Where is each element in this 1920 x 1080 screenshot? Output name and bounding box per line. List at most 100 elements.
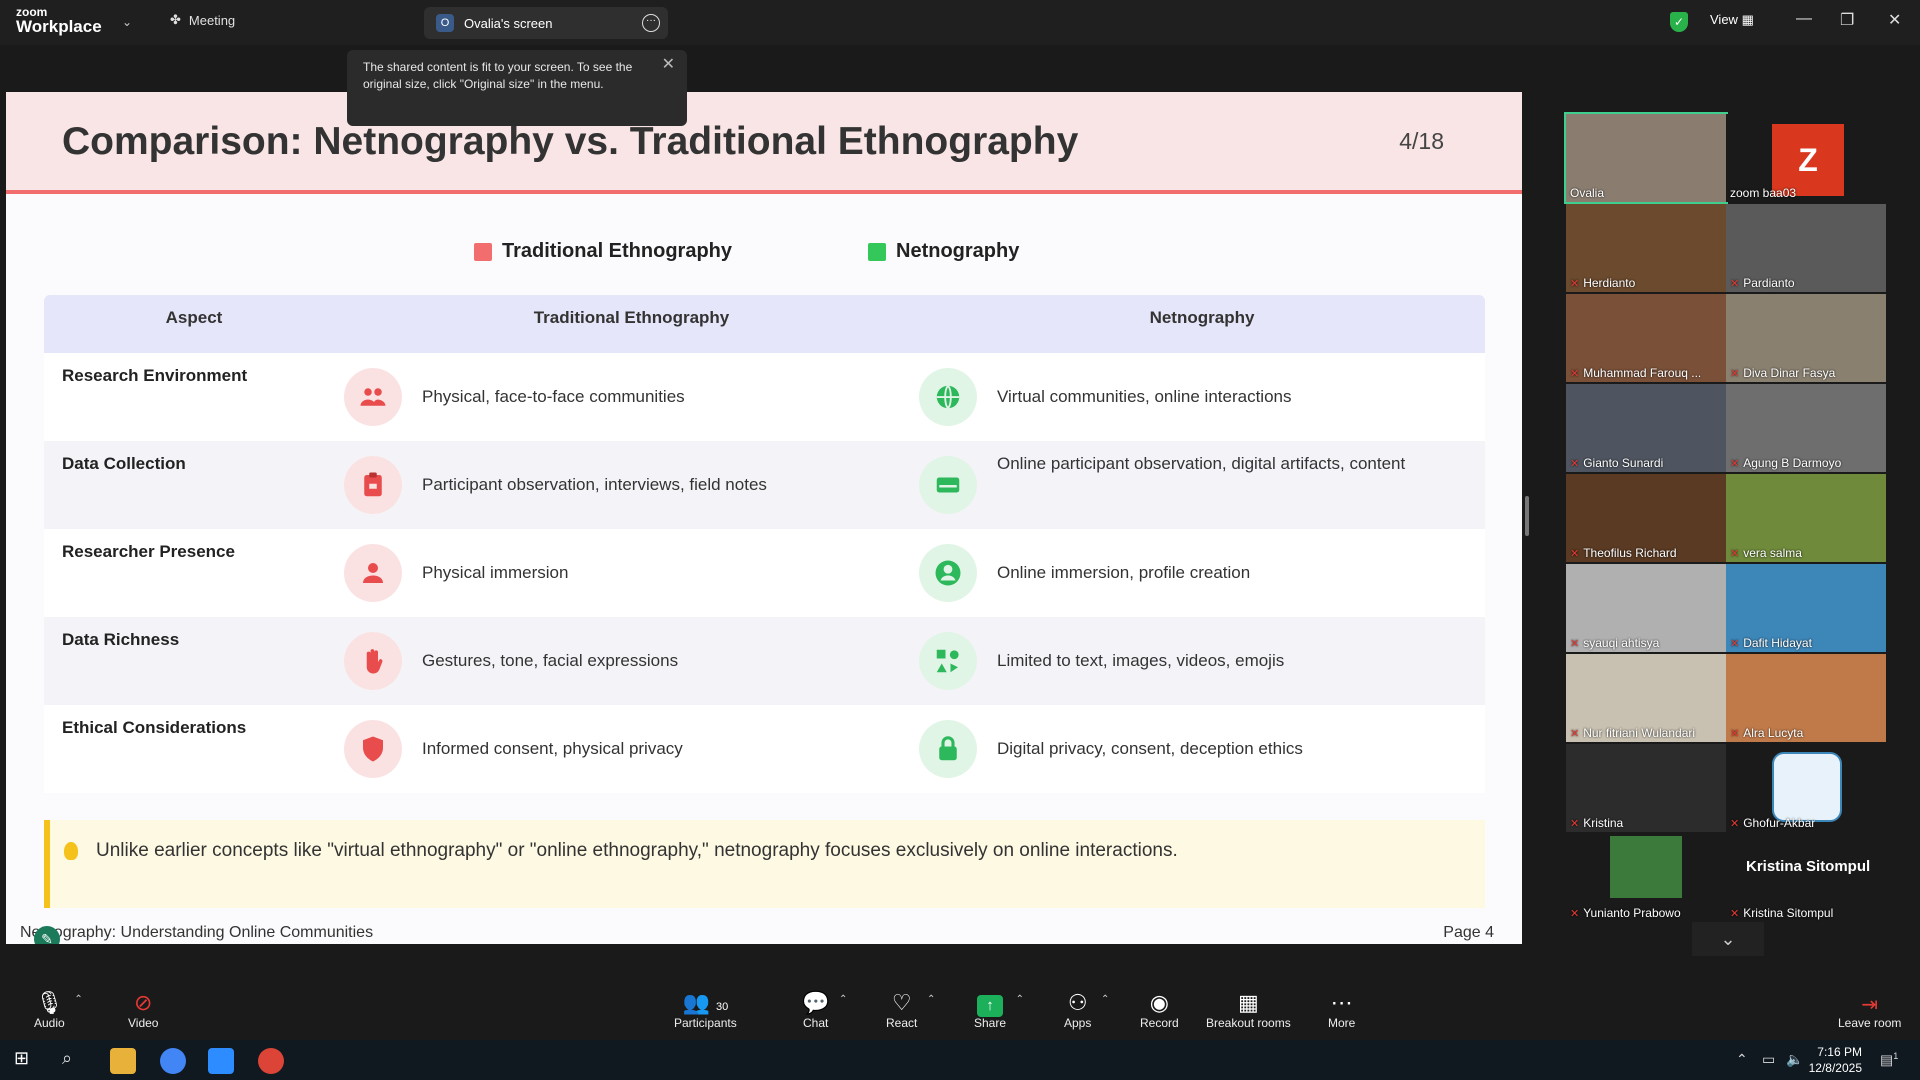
netnography-cell: Online participant observation, digital … xyxy=(919,441,1485,529)
gallery-scroll-down-button[interactable]: ⌄ xyxy=(1692,922,1764,956)
tile-name: ✕ Yunianto Prabowo xyxy=(1570,906,1681,920)
chat-icon: 💬 xyxy=(802,990,830,1015)
media-icon xyxy=(919,632,977,690)
chevron-up-icon[interactable]: ⌃ xyxy=(839,994,847,1005)
breakout-rooms-icon: ▦ xyxy=(1237,990,1259,1015)
video-tile[interactable]: Kristina Sitompul ✕ Kristina Sitompul xyxy=(1726,834,1886,922)
muted-mic-icon: ✕ xyxy=(1730,278,1740,290)
view-button[interactable]: View ▦ xyxy=(1710,12,1754,28)
video-tile[interactable]: ✕ Alra Lucyta xyxy=(1726,654,1886,742)
table-row: Data Collection Participant observation,… xyxy=(44,441,1485,529)
chevron-up-icon[interactable]: ⌃ xyxy=(74,994,82,1005)
zoom-logo[interactable]: zoom Workplace xyxy=(16,6,102,35)
record-button[interactable]: ◉ Record xyxy=(1140,990,1179,1030)
tile-name: zoom baa03 xyxy=(1730,186,1797,200)
breakout-rooms-button[interactable]: ▦ Breakout rooms xyxy=(1206,990,1291,1030)
muted-mic-icon: ✕ xyxy=(1730,908,1740,920)
video-tile[interactable]: ✕ Agung B Darmoyo xyxy=(1726,384,1886,472)
maximize-icon[interactable]: ❐ xyxy=(1840,10,1854,30)
video-tile[interactable]: Ovalia xyxy=(1564,112,1728,204)
muted-mic-icon: ✕ xyxy=(1570,638,1580,650)
close-icon[interactable]: ✕ xyxy=(662,56,675,73)
tile-name: ✕ Diva Dinar Fasya xyxy=(1730,366,1835,380)
video-tile[interactable]: ✕ Theofilus Richard xyxy=(1566,474,1726,562)
video-tile[interactable]: ✕ Pardianto xyxy=(1726,204,1886,292)
taskbar-clock[interactable]: 7:16 PM 12/8/2025 xyxy=(1809,1044,1862,1076)
search-icon[interactable]: ⌕ xyxy=(62,1048,72,1069)
tile-name: Ovalia xyxy=(1570,186,1605,200)
tooltip-text: The shared content is fit to your screen… xyxy=(363,60,633,91)
tile-big-name: Kristina Sitompul xyxy=(1746,858,1871,875)
file-explorer-icon[interactable] xyxy=(110,1048,136,1074)
shared-screen-tab[interactable]: O Ovalia's screen ··· xyxy=(424,7,668,39)
chevron-up-icon[interactable]: ⌃ xyxy=(1101,994,1109,1005)
close-icon[interactable]: ✕ xyxy=(1888,10,1901,30)
video-tile[interactable]: ✕ vera salma xyxy=(1726,474,1886,562)
volume-icon[interactable]: 🔈 xyxy=(1786,1051,1803,1068)
video-tile[interactable]: ✕ Muhammad Farouq ... xyxy=(1566,294,1726,382)
resize-handle[interactable] xyxy=(1525,496,1529,536)
minimize-icon[interactable]: — xyxy=(1796,10,1812,28)
video-tile[interactable]: ✕ Diva Dinar Fasya xyxy=(1726,294,1886,382)
apps-label: Apps xyxy=(1064,1016,1092,1030)
more-button[interactable]: ⋯ More xyxy=(1328,990,1355,1030)
aspect-cell: Researcher Presence xyxy=(62,542,235,561)
muted-mic-icon: ✕ xyxy=(1570,548,1580,560)
windows-start-icon[interactable]: ⊞ xyxy=(14,1048,29,1069)
tile-name-text: Pardianto xyxy=(1743,276,1795,290)
network-icon[interactable]: ▭ xyxy=(1762,1051,1775,1068)
video-tile[interactable]: ✕ Herdianto xyxy=(1566,204,1726,292)
aspect-cell: Ethical Considerations xyxy=(62,718,247,737)
tile-name: ✕ Gianto Sunardi xyxy=(1570,456,1663,470)
participants-button[interactable]: 👥 30 Participants xyxy=(674,990,737,1030)
traditional-text: Informed consent, physical privacy xyxy=(422,739,683,758)
legend-traditional: Traditional Ethnography xyxy=(474,240,732,263)
chevron-up-icon[interactable]: ⌃ xyxy=(927,994,935,1005)
chevron-up-icon[interactable]: ⌃ xyxy=(1016,994,1024,1005)
more-options-icon[interactable]: ··· xyxy=(642,14,660,32)
tile-name-text: Theofilus Richard xyxy=(1583,546,1677,560)
video-tile[interactable]: Z zoom baa03 xyxy=(1726,114,1886,202)
table-row: Researcher Presence Physical immersion O… xyxy=(44,529,1485,617)
meeting-button[interactable]: ✤ Meeting xyxy=(170,12,235,28)
video-tile[interactable]: ✕ Ghofur-Akbar xyxy=(1726,744,1886,832)
muted-mic-icon: ✕ xyxy=(1730,458,1740,470)
table-row: Research Environment Physical, face-to-f… xyxy=(44,353,1485,441)
video-tile[interactable]: ✕ Kristina xyxy=(1566,744,1726,832)
share-button[interactable]: ↑ Share ⌃ xyxy=(974,990,1024,1030)
audio-button[interactable]: 🎙 Audio ⌃ xyxy=(34,990,83,1030)
video-tile[interactable]: ✕ syauqi ahtisya xyxy=(1566,564,1726,652)
video-tile[interactable]: ✕ Gianto Sunardi xyxy=(1566,384,1726,472)
more-icon: ⋯ xyxy=(1330,990,1353,1015)
tile-name: ✕ syauqi ahtisya xyxy=(1570,636,1659,650)
tile-name-text: Herdianto xyxy=(1583,276,1636,290)
chevron-down-icon[interactable]: ⌄ xyxy=(122,15,132,29)
video-tile[interactable]: ✕ Yunianto Prabowo xyxy=(1566,834,1726,922)
traditional-cell: Informed consent, physical privacy xyxy=(344,705,919,793)
tile-name-text: Yunianto Prabowo xyxy=(1583,906,1681,920)
tile-name: ✕ Ghofur-Akbar xyxy=(1730,816,1815,830)
video-button[interactable]: ⊘ Video xyxy=(128,990,158,1030)
chat-button[interactable]: 💬 Chat ⌃ xyxy=(802,990,847,1030)
apps-button[interactable]: ⚇ Apps ⌃ xyxy=(1064,990,1109,1030)
aspect-cell: Research Environment xyxy=(62,366,248,385)
tile-name-text: Gianto Sunardi xyxy=(1583,456,1664,470)
tray-chevron-icon[interactable]: ⌃ xyxy=(1736,1051,1748,1068)
shared-slide: Comparison: Netnography vs. Traditional … xyxy=(6,92,1522,944)
tile-name-text: syauqi ahtisya xyxy=(1583,636,1660,650)
muted-mic-icon: ✕ xyxy=(1730,638,1740,650)
video-tile[interactable]: ✕ Dafit Hidayat xyxy=(1726,564,1886,652)
chrome-profile-icon[interactable] xyxy=(258,1048,284,1074)
react-button[interactable]: ♡ React ⌃ xyxy=(886,990,935,1030)
video-tile[interactable]: ✕ Nur fitriani Wulandari xyxy=(1566,654,1726,742)
notification-icon[interactable]: ▤1 xyxy=(1880,1051,1898,1069)
presenter-avatar: O xyxy=(436,14,454,32)
tile-name: ✕ Kristina Sitompul xyxy=(1730,906,1833,920)
security-shield-icon[interactable]: ✓ xyxy=(1670,12,1688,32)
muted-mic-icon: ✕ xyxy=(1570,278,1580,290)
zoom-app-icon[interactable] xyxy=(208,1048,234,1074)
legend-net-label: Netnography xyxy=(896,240,1020,262)
tile-name: ✕ vera salma xyxy=(1730,546,1802,560)
chrome-icon[interactable] xyxy=(160,1048,186,1074)
leave-room-button[interactable]: ⇥ Leave room xyxy=(1838,992,1901,1030)
